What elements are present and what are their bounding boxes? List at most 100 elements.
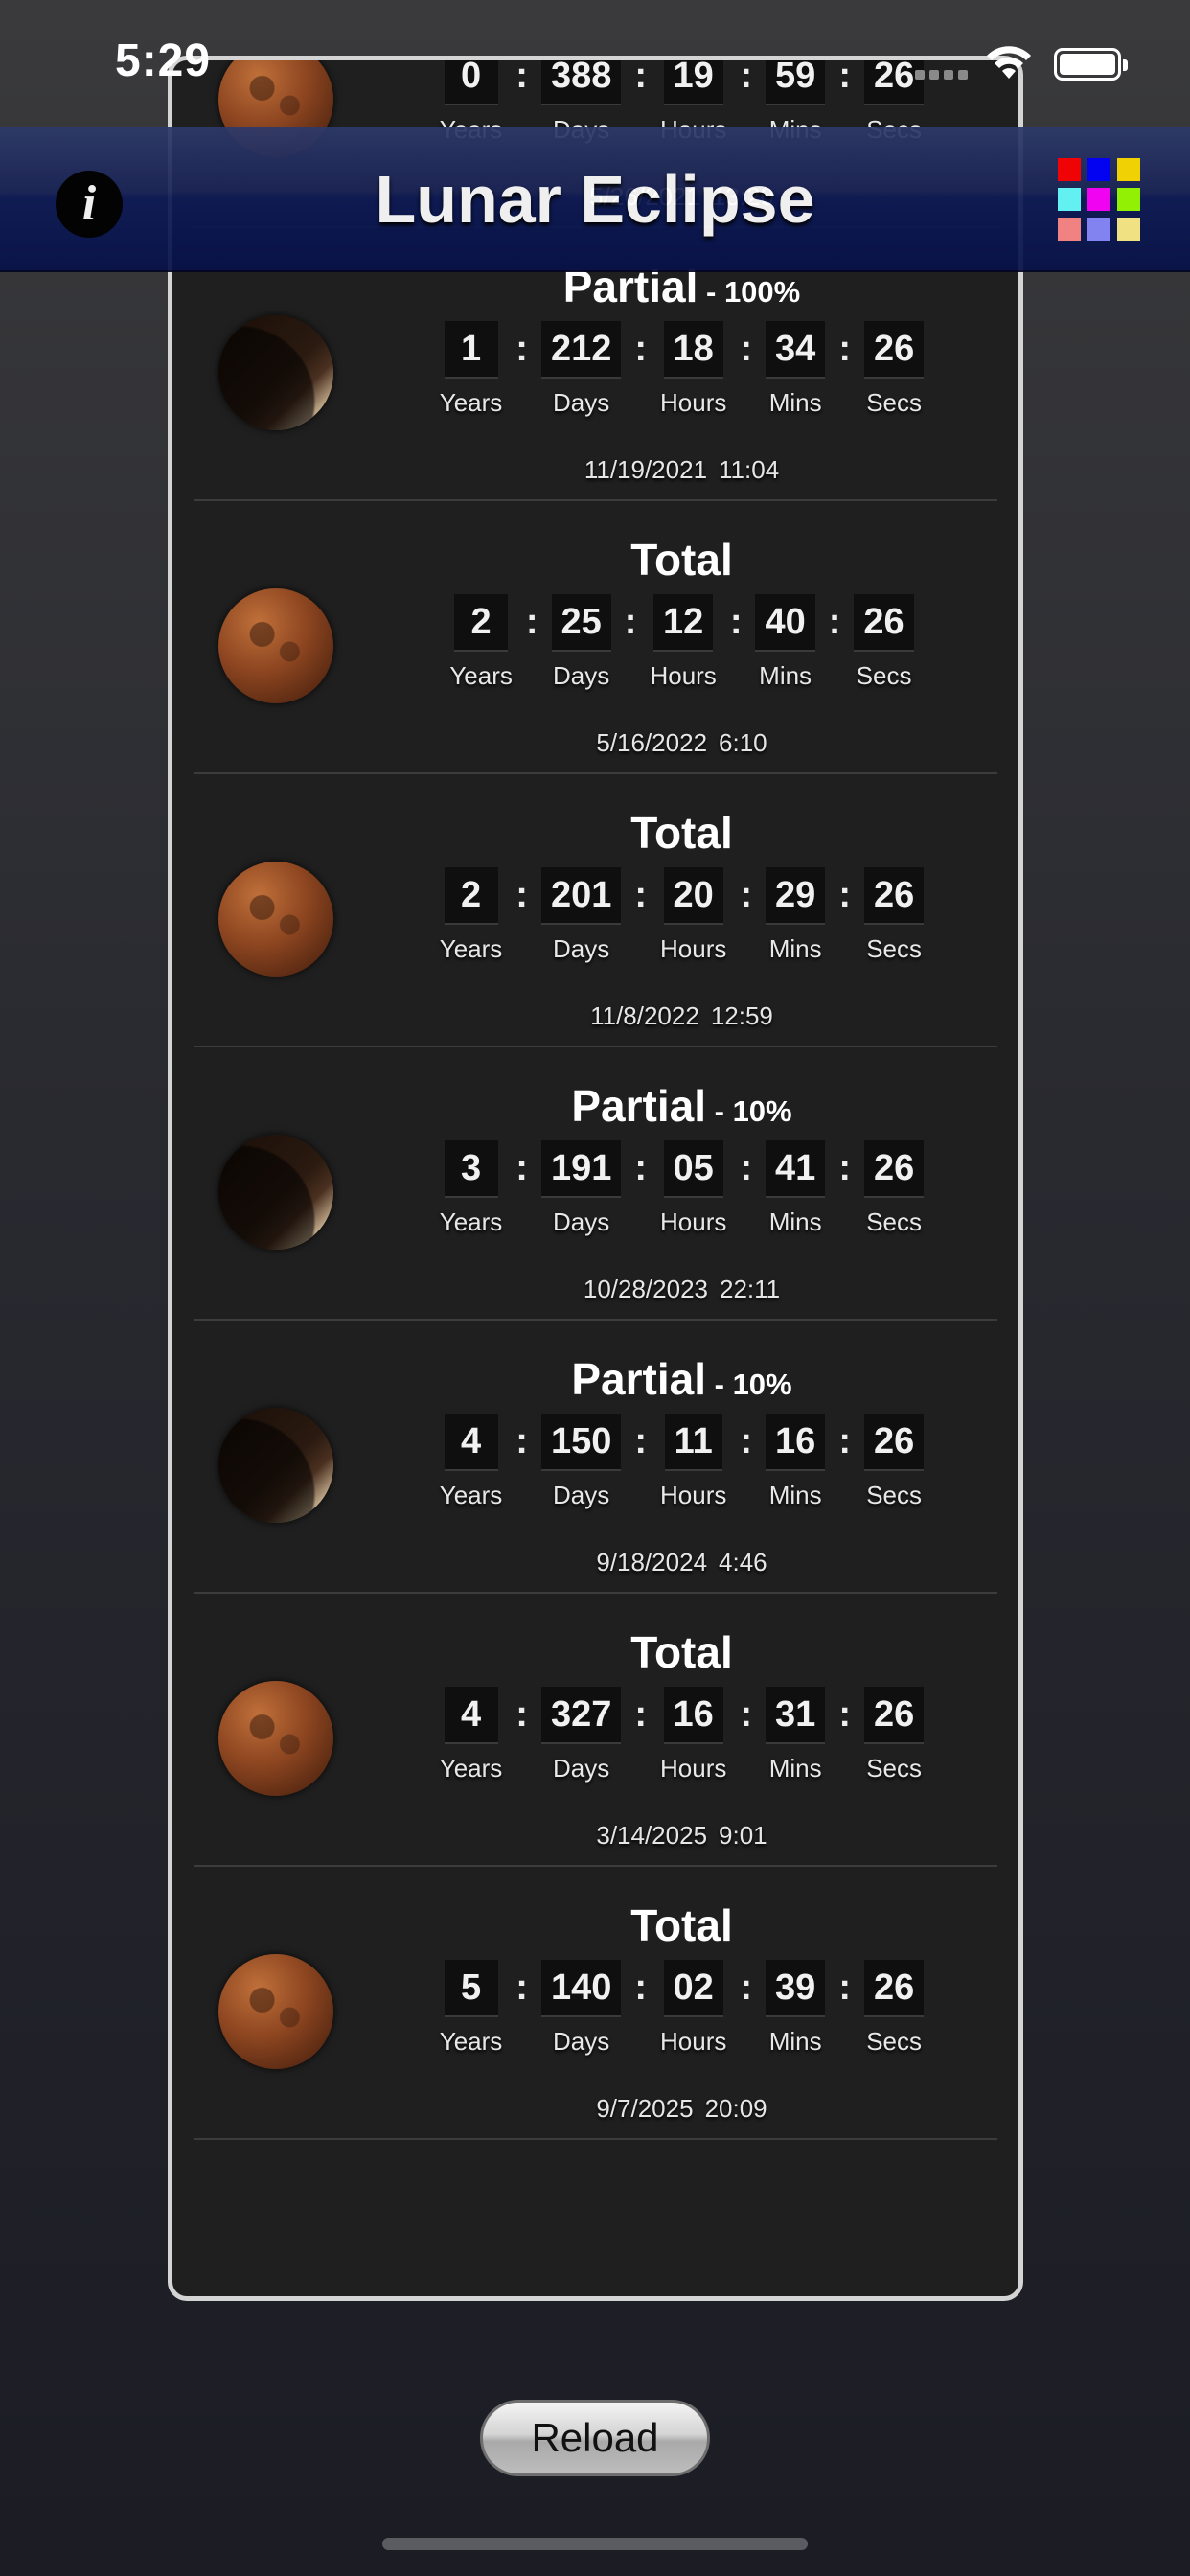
eclipse-datetime: 9/7/2025 20:09 xyxy=(366,2094,997,2124)
countdown-secs: 26 Secs xyxy=(863,1140,925,1237)
eclipse-row: Total 5 Years : 140 Days : 02 Hours : 39… xyxy=(194,1867,997,2140)
countdown-mins: 40 Mins xyxy=(755,594,815,691)
countdown-mins: 29 Mins xyxy=(766,867,826,964)
countdown-years-value: 4 xyxy=(444,1687,498,1744)
colon-separator: : xyxy=(740,329,753,369)
eclipse-list[interactable]: Total 0 Years : 388 Days : 19 Hours : 59… xyxy=(168,56,1023,2301)
battery-icon xyxy=(1054,48,1128,80)
countdown-secs-label: Secs xyxy=(866,1208,923,1236)
colon-separator: : xyxy=(740,1421,753,1461)
eclipse-datetime: 11/8/2022 12:59 xyxy=(366,1001,997,1031)
countdown-days-value: 25 xyxy=(551,594,611,652)
countdown-hours: 02 Hours xyxy=(660,1960,726,2057)
colon-separator: : xyxy=(740,1694,753,1735)
countdown-hours-label: Hours xyxy=(660,1208,727,1236)
countdown-secs-label: Secs xyxy=(856,661,912,690)
countdown-secs-value: 26 xyxy=(863,1687,925,1744)
countdown-days-value: 191 xyxy=(540,1140,622,1198)
countdown-secs: 26 Secs xyxy=(863,867,925,964)
countdown-years-value: 2 xyxy=(444,867,498,925)
countdown: 4 Years : 327 Days : 16 Hours : 31 Mins … xyxy=(366,1687,997,1783)
eclipse-type-label: Partial xyxy=(571,1081,707,1131)
countdown-hours: 16 Hours xyxy=(660,1687,726,1783)
countdown-secs-label: Secs xyxy=(866,388,923,417)
colon-separator: : xyxy=(838,1148,851,1188)
countdown-mins: 41 Mins xyxy=(766,1140,826,1237)
countdown-years-label: Years xyxy=(439,2027,503,2056)
colon-separator: : xyxy=(838,1421,851,1461)
countdown-secs: 26 Secs xyxy=(854,594,914,691)
color-swatch xyxy=(1087,218,1110,241)
colon-separator: : xyxy=(634,1694,648,1735)
countdown-mins-value: 16 xyxy=(766,1414,826,1471)
colon-separator: : xyxy=(634,1967,648,2008)
eclipse-time: 11:04 xyxy=(719,455,780,484)
eclipse-time: 20:09 xyxy=(704,2094,767,2123)
colon-separator: : xyxy=(525,602,538,642)
countdown-mins-value: 31 xyxy=(766,1687,826,1744)
countdown-years: 3 Years xyxy=(439,1140,503,1237)
countdown-mins-value: 41 xyxy=(766,1140,826,1198)
countdown-mins: 16 Mins xyxy=(766,1414,826,1510)
eclipse-date: 11/19/2021 xyxy=(584,455,708,484)
colon-separator: : xyxy=(838,1967,851,2008)
colon-separator: : xyxy=(838,1694,851,1735)
countdown-secs-value: 26 xyxy=(863,1960,925,2017)
eclipse-date: 10/28/2023 xyxy=(583,1275,708,1303)
countdown-hours: 18 Hours xyxy=(660,321,726,418)
colon-separator: : xyxy=(515,1967,528,2008)
eclipse-type: Total xyxy=(366,807,997,859)
countdown-days-label: Days xyxy=(553,388,610,417)
total-eclipse-moon-image xyxy=(218,1681,333,1796)
countdown-mins-label: Mins xyxy=(759,661,812,690)
countdown-days: 201 Days xyxy=(540,867,622,964)
countdown-mins-value: 29 xyxy=(766,867,826,925)
eclipse-time: 4:46 xyxy=(719,1548,767,1576)
countdown-mins-label: Mins xyxy=(768,1208,822,1236)
color-grid-menu-icon[interactable] xyxy=(1058,158,1140,241)
colon-separator: : xyxy=(838,329,851,369)
countdown-mins: 39 Mins xyxy=(766,1960,826,2057)
countdown-years: 5 Years xyxy=(439,1960,503,2057)
countdown-hours-label: Hours xyxy=(660,1481,727,1509)
color-swatch xyxy=(1058,188,1081,211)
eclipse-type: Total xyxy=(366,1626,997,1678)
reload-button[interactable]: Reload xyxy=(480,2400,710,2476)
countdown-hours-value: 02 xyxy=(663,1960,723,2017)
countdown-years: 4 Years xyxy=(440,1687,502,1783)
cellular-signal-icon xyxy=(915,70,968,80)
countdown-secs-value: 26 xyxy=(863,1414,925,1471)
eclipse-time: 12:59 xyxy=(710,1001,773,1030)
countdown-years-value: 2 xyxy=(454,594,509,652)
countdown-secs-label: Secs xyxy=(866,2027,923,2056)
total-eclipse-moon-image xyxy=(218,862,333,977)
countdown-years-label: Years xyxy=(439,1208,503,1236)
wifi-icon xyxy=(987,46,1031,79)
colon-separator: : xyxy=(634,1421,648,1461)
countdown-hours-value: 12 xyxy=(652,594,714,652)
countdown-years: 4 Years xyxy=(440,1414,502,1510)
countdown: 5 Years : 140 Days : 02 Hours : 39 Mins … xyxy=(366,1960,997,2057)
countdown-hours: 20 Hours xyxy=(660,867,726,964)
countdown-days-label: Days xyxy=(553,1754,610,1782)
countdown-mins-label: Mins xyxy=(768,388,822,417)
countdown-days: 150 Days xyxy=(540,1414,622,1510)
eclipse-time: 6:10 xyxy=(719,728,767,757)
countdown-hours-label: Hours xyxy=(660,1754,727,1782)
eclipse-percent: - 10% xyxy=(706,1094,792,1128)
countdown-secs-value: 26 xyxy=(863,1140,925,1198)
countdown-days: 327 Days xyxy=(540,1687,622,1783)
countdown-mins-value: 39 xyxy=(766,1960,826,2017)
countdown-years-label: Years xyxy=(439,934,503,963)
eclipse-datetime: 10/28/2023 22:11 xyxy=(366,1275,997,1304)
eclipse-row: Total 2 Years : 201 Days : 20 Hours : 29… xyxy=(194,774,997,1047)
colon-separator: : xyxy=(740,1148,753,1188)
countdown: 2 Years : 201 Days : 20 Hours : 29 Mins … xyxy=(366,867,997,964)
color-swatch xyxy=(1058,158,1081,181)
eclipse-type: Partial - 10% xyxy=(366,1353,997,1405)
countdown-mins-label: Mins xyxy=(768,2027,822,2056)
color-swatch xyxy=(1087,188,1110,211)
eclipse-percent: - 100% xyxy=(698,275,801,309)
eclipse-date: 11/8/2022 xyxy=(590,1001,699,1030)
eclipse-date: 3/14/2025 xyxy=(596,1821,708,1850)
